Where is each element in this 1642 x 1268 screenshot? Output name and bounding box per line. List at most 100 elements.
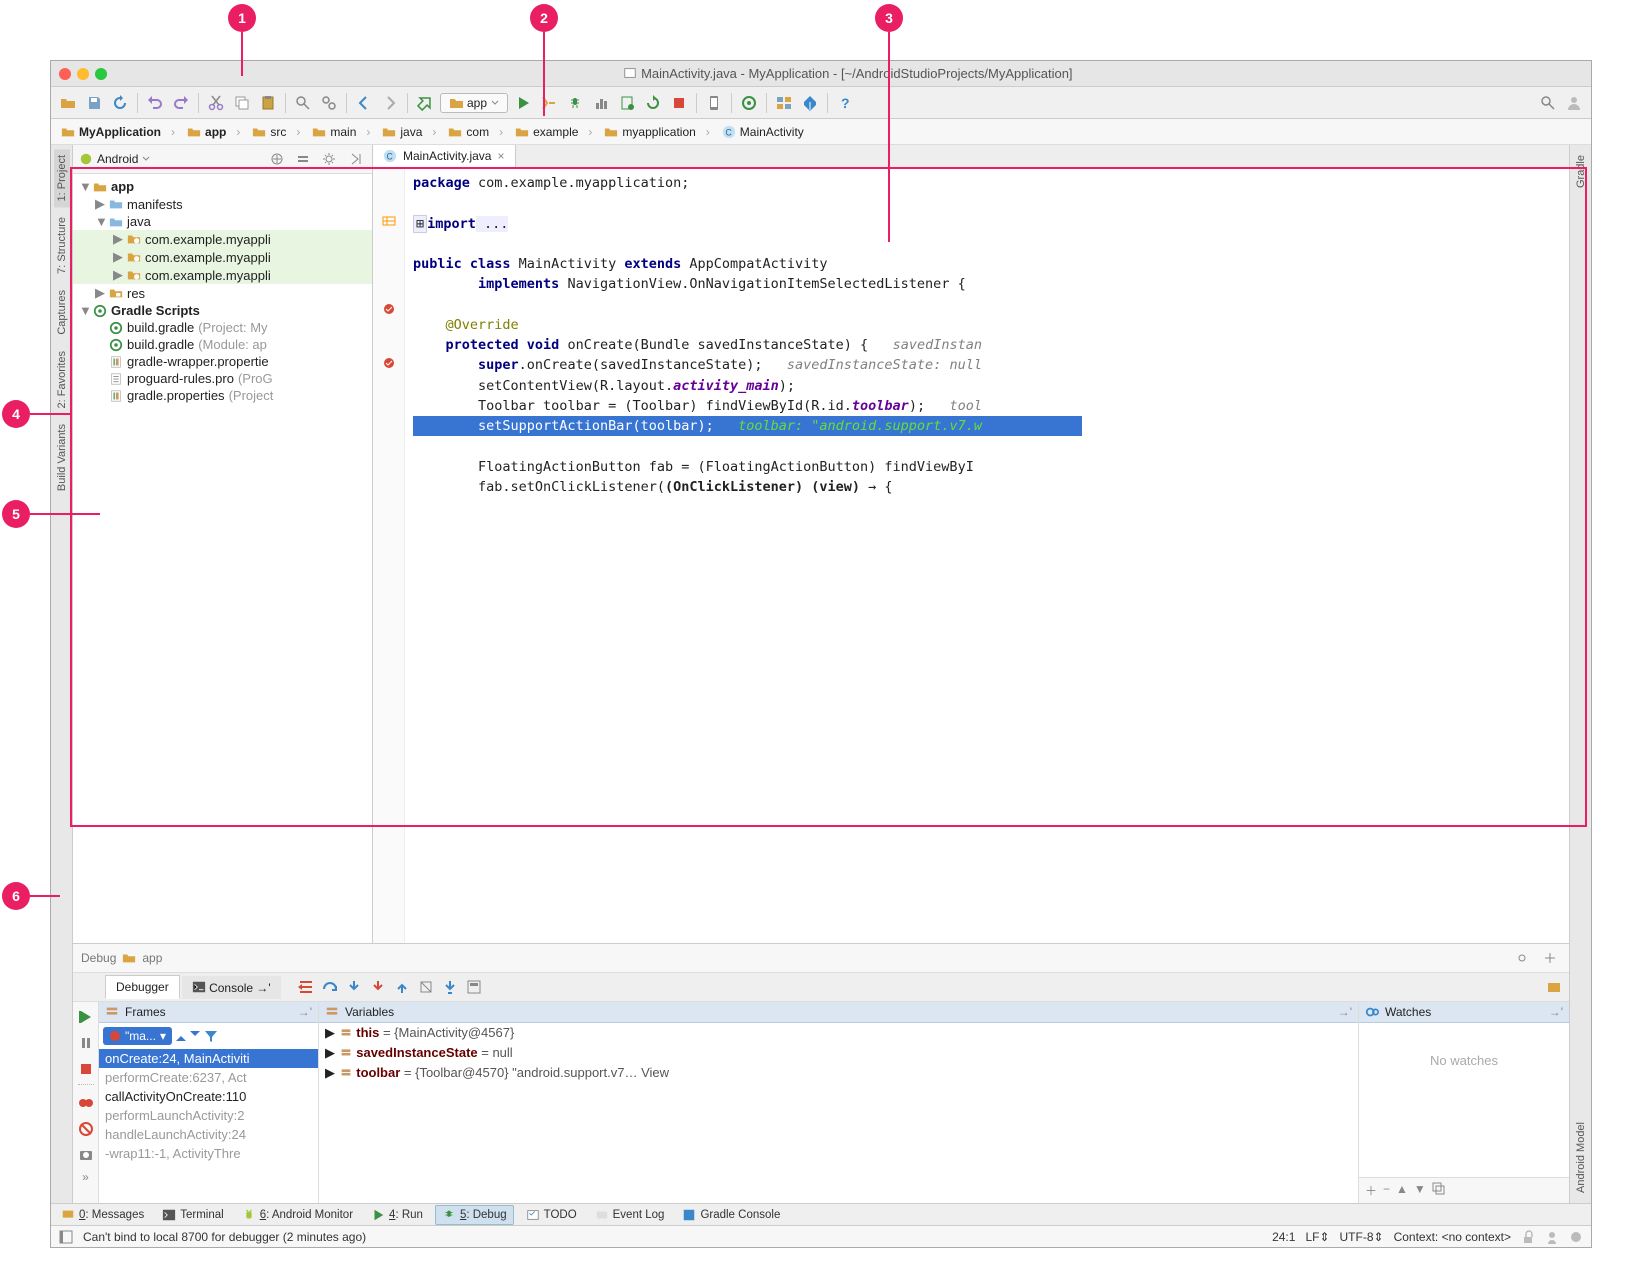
- more-icon[interactable]: »: [82, 1170, 89, 1184]
- cursor-position[interactable]: 24:1: [1272, 1230, 1295, 1244]
- sync-icon[interactable]: [109, 92, 131, 114]
- redo-icon[interactable]: [170, 92, 192, 114]
- duplicate-watch-icon[interactable]: [1432, 1182, 1446, 1199]
- window-close[interactable]: [59, 68, 71, 80]
- frame-row[interactable]: callActivityOnCreate:110: [99, 1087, 318, 1106]
- show-execution-point-icon[interactable]: [295, 976, 317, 998]
- prev-frame-icon[interactable]: [176, 1031, 186, 1041]
- crumb-module[interactable]: app: [183, 125, 248, 139]
- variable-row[interactable]: ▶ toolbar = {Toolbar@4570} "android.supp…: [319, 1063, 1358, 1083]
- project-structure-icon[interactable]: [773, 92, 795, 114]
- bottom-tab[interactable]: 6: Android Monitor: [236, 1206, 359, 1224]
- encoding[interactable]: UTF-8⇕: [1340, 1230, 1384, 1244]
- scroll-from-source-icon[interactable]: [266, 148, 288, 170]
- hide-tool-windows-icon[interactable]: [59, 1230, 73, 1244]
- view-breakpoints-icon[interactable]: [75, 1092, 97, 1114]
- bottom-tab[interactable]: 5: Debug: [435, 1205, 514, 1225]
- tree-row[interactable]: build.gradle (Module: ap: [73, 336, 372, 353]
- bottom-tab[interactable]: 0: Messages: [55, 1206, 150, 1224]
- window-minimize[interactable]: [77, 68, 89, 80]
- profile-icon[interactable]: [590, 92, 612, 114]
- memory-indicator-icon[interactable]: [1569, 1230, 1583, 1244]
- window-zoom[interactable]: [95, 68, 107, 80]
- context[interactable]: Context: <no context>: [1394, 1230, 1511, 1244]
- crumb-example[interactable]: example: [511, 125, 600, 139]
- variable-row[interactable]: ▶ this = {MainActivity@4567}: [319, 1023, 1358, 1043]
- console-tab[interactable]: Console →': [182, 976, 281, 999]
- editor-tab-mainactivity[interactable]: C MainActivity.java ×: [373, 145, 516, 168]
- search-icon[interactable]: [1537, 92, 1559, 114]
- line-separator[interactable]: LF⇕: [1305, 1230, 1329, 1244]
- variable-row[interactable]: ▶ savedInstanceState = null: [319, 1043, 1358, 1063]
- tree-row[interactable]: proguard-rules.pro (ProG: [73, 370, 372, 387]
- close-icon[interactable]: ×: [497, 149, 504, 163]
- move-down-icon[interactable]: ▼: [1414, 1182, 1426, 1199]
- project-view-selector[interactable]: Android: [97, 152, 138, 166]
- bottom-tab[interactable]: Terminal: [156, 1206, 229, 1224]
- force-step-into-icon[interactable]: [367, 976, 389, 998]
- hector-icon[interactable]: [1545, 1230, 1559, 1244]
- pause-icon[interactable]: [75, 1032, 97, 1054]
- make-icon[interactable]: [414, 92, 436, 114]
- next-frame-icon[interactable]: [190, 1031, 200, 1041]
- tree-row[interactable]: ▼java: [73, 213, 372, 230]
- screenshot-icon[interactable]: [75, 1144, 97, 1166]
- frame-row[interactable]: performCreate:6237, Act: [99, 1068, 318, 1087]
- code-area[interactable]: package com.example.myapplication; ⊞impo…: [405, 169, 1569, 943]
- tree-row[interactable]: build.gradle (Project: My: [73, 319, 372, 336]
- tree-row[interactable]: gradle.properties (Project: [73, 387, 372, 404]
- undo-icon[interactable]: [144, 92, 166, 114]
- back-icon[interactable]: [353, 92, 375, 114]
- attach-debugger-icon[interactable]: [616, 92, 638, 114]
- move-up-icon[interactable]: ▲: [1396, 1182, 1408, 1199]
- cut-icon[interactable]: [205, 92, 227, 114]
- tool-tab-captures[interactable]: Captures: [54, 284, 70, 341]
- mute-breakpoints-icon[interactable]: [75, 1118, 97, 1140]
- crumb-com[interactable]: com: [444, 125, 511, 139]
- forward-icon[interactable]: [379, 92, 401, 114]
- lock-icon[interactable]: [1521, 1230, 1535, 1244]
- stop-icon[interactable]: [668, 92, 690, 114]
- drop-frame-icon[interactable]: [415, 976, 437, 998]
- avd-manager-icon[interactable]: [703, 92, 725, 114]
- run-config-selector[interactable]: app: [440, 93, 508, 113]
- bottom-tab[interactable]: TODO: [520, 1206, 583, 1224]
- tree-row[interactable]: ▶com.example.myappli: [73, 230, 372, 248]
- tree-row[interactable]: ▶com.example.myappli: [73, 266, 372, 284]
- gear-icon[interactable]: [318, 148, 340, 170]
- user-icon[interactable]: [1563, 92, 1585, 114]
- tree-row[interactable]: ▶res: [73, 284, 372, 302]
- tree-row[interactable]: ▼Gradle Scripts: [73, 302, 372, 319]
- frame-row[interactable]: handleLaunchActivity:24: [99, 1125, 318, 1144]
- resume-icon[interactable]: [75, 1006, 97, 1028]
- tree-row[interactable]: gradle-wrapper.propertie: [73, 353, 372, 370]
- thread-selector[interactable]: "ma... ▾: [103, 1027, 172, 1045]
- crumb-java[interactable]: java: [378, 125, 444, 139]
- remove-watch-icon[interactable]: −: [1383, 1182, 1390, 1199]
- collapse-all-icon[interactable]: [292, 148, 314, 170]
- crumb-main[interactable]: main: [308, 125, 378, 139]
- frame-row[interactable]: onCreate:24, MainActiviti: [99, 1049, 318, 1068]
- bottom-tab[interactable]: 4: Run: [365, 1206, 429, 1224]
- open-icon[interactable]: [57, 92, 79, 114]
- paste-icon[interactable]: [257, 92, 279, 114]
- bottom-tab[interactable]: Event Log: [589, 1206, 671, 1224]
- step-out-icon[interactable]: [391, 976, 413, 998]
- copy-icon[interactable]: [231, 92, 253, 114]
- add-watch-icon[interactable]: ＋: [1365, 1182, 1377, 1199]
- run-to-cursor-icon[interactable]: [439, 976, 461, 998]
- project-tree[interactable]: ▼app▶manifests▼java▶com.example.myappli▶…: [73, 174, 372, 943]
- evaluate-icon[interactable]: [463, 976, 485, 998]
- editor[interactable]: package com.example.myapplication; ⊞impo…: [373, 169, 1569, 943]
- step-over-icon[interactable]: [319, 976, 341, 998]
- tool-tab-project[interactable]: 1: Project: [54, 149, 70, 207]
- find-icon[interactable]: [292, 92, 314, 114]
- hide-debug-icon[interactable]: [1539, 947, 1561, 969]
- stop-debug-icon[interactable]: [75, 1058, 97, 1080]
- tool-tab-gradle[interactable]: Gradle: [1573, 149, 1589, 194]
- tree-row[interactable]: ▶manifests: [73, 195, 372, 213]
- sync-gradle-icon[interactable]: [738, 92, 760, 114]
- frame-row[interactable]: -wrap11:-1, ActivityThre: [99, 1144, 318, 1163]
- debug-icon[interactable]: [564, 92, 586, 114]
- help-icon[interactable]: ?: [834, 92, 856, 114]
